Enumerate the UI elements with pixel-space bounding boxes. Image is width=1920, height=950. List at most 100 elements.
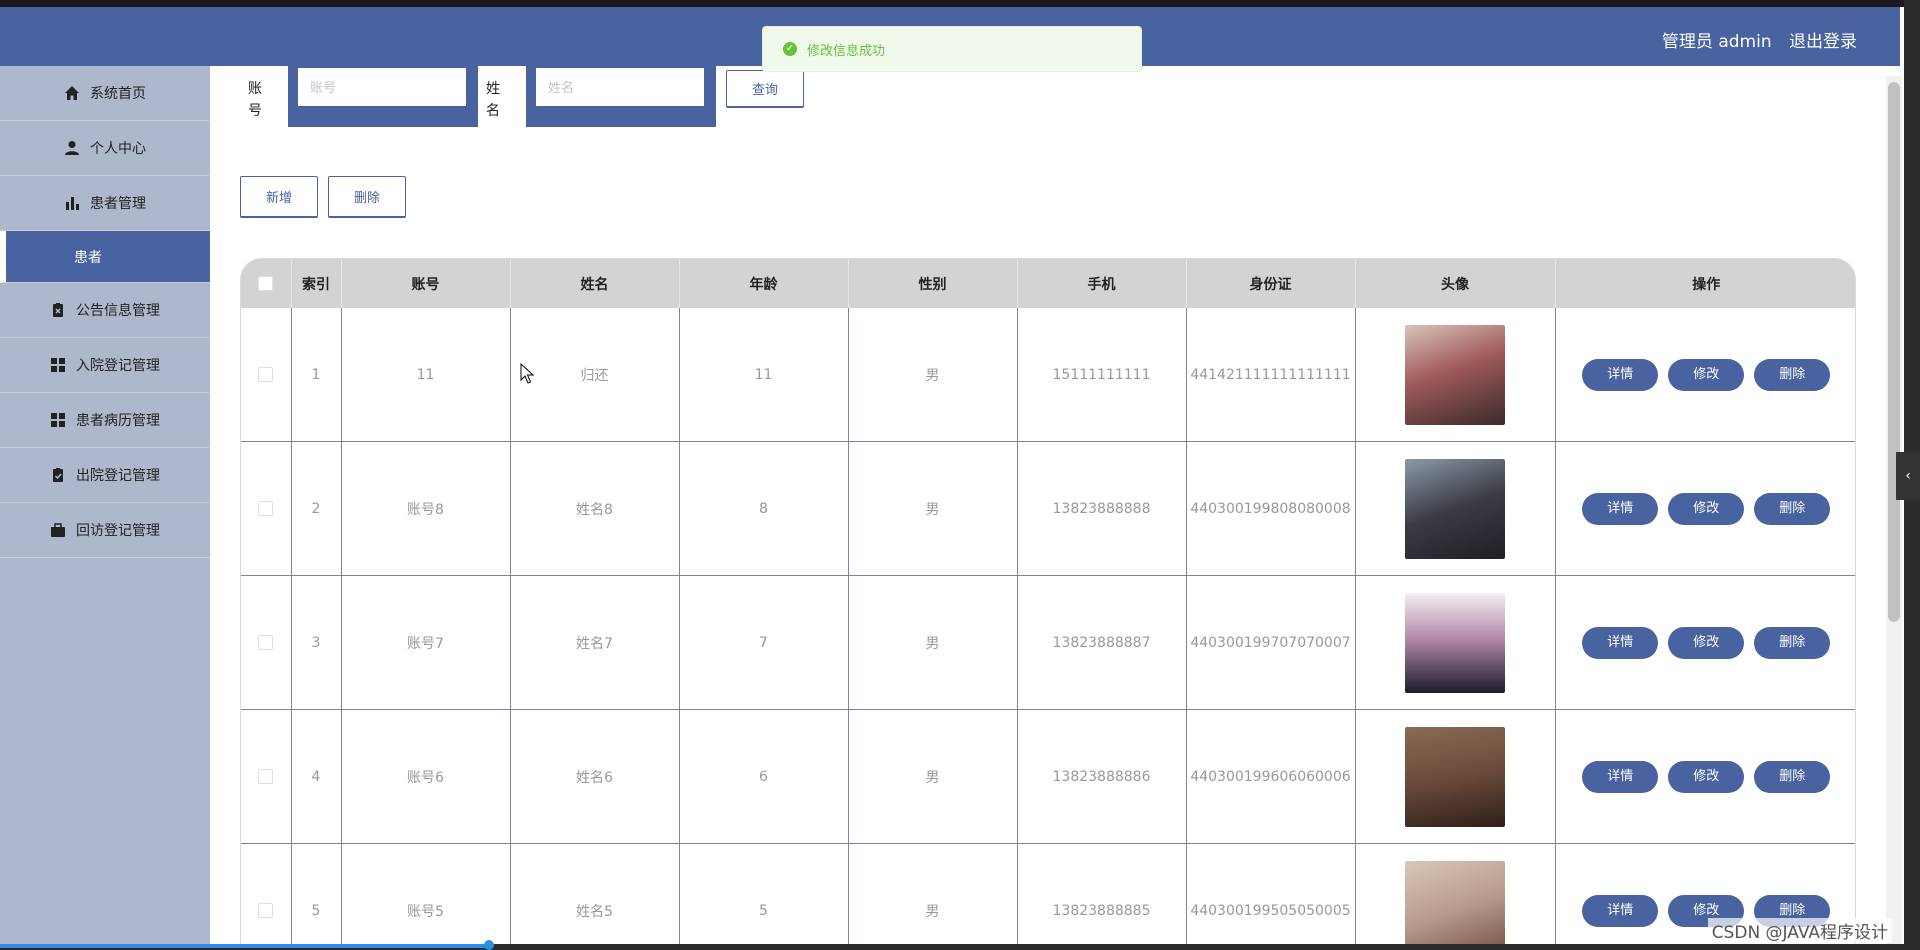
sidebar-subitem-patient[interactable]: 患者: [0, 231, 210, 283]
row-delete-button[interactable]: 删除: [1754, 760, 1831, 793]
detail-button[interactable]: 详情: [1582, 358, 1659, 391]
sidebar-item-patient-management[interactable]: 患者管理: [0, 176, 210, 231]
cell-index: 4: [291, 709, 342, 844]
row-checkbox[interactable]: [258, 635, 274, 650]
sidebar-item-label: 系统首页: [90, 86, 146, 102]
column-header: 身份证: [1186, 259, 1356, 308]
sidebar-item-follow-up[interactable]: 回访登记管理: [0, 503, 210, 558]
check-circle-icon: ✓: [783, 42, 797, 56]
cell-gender: 男: [848, 575, 1018, 710]
cell-phone: 13823888885: [1017, 843, 1187, 950]
table-row: 2 账号8 姓名8 8 男 13823888888 44030019980808…: [241, 441, 1855, 576]
detail-button[interactable]: 详情: [1582, 492, 1659, 525]
sidebar-item-home[interactable]: 系统首页: [0, 66, 210, 121]
watermark: CSDN @JAVA程序设计: [1707, 918, 1892, 943]
cell-age: 5: [679, 843, 849, 950]
sidebar-item-label: 公告信息管理: [76, 303, 160, 319]
cell-index: 3: [291, 575, 342, 710]
sidebar-item-notice[interactable]: 公告信息管理: [0, 283, 210, 338]
cell-actions: 详情 修改 删除: [1555, 575, 1855, 710]
avatar-image: [1405, 726, 1505, 827]
column-header: 头像: [1355, 259, 1556, 308]
query-button[interactable]: 查询: [726, 70, 804, 108]
avatar-image: [1405, 860, 1505, 950]
logout-link[interactable]: 退出登录: [1789, 32, 1857, 52]
scrollbar-thumb[interactable]: [1888, 82, 1900, 622]
cell-name: 姓名6: [510, 709, 680, 844]
row-delete-button[interactable]: 删除: [1754, 358, 1831, 391]
cell-avatar: [1355, 441, 1556, 576]
row-select-cell: [241, 308, 292, 442]
cell-account: 账号8: [341, 441, 511, 576]
row-checkbox[interactable]: [258, 501, 274, 516]
row-select-cell: [241, 843, 292, 950]
cell-name: 姓名8: [510, 441, 680, 576]
sidebar: 系统首页 个人中心 患者管理 患者 公告信息管理 入院登记管理 患者病历管理 出…: [0, 66, 210, 950]
sidebar-item-label: 患者管理: [90, 196, 146, 212]
account-search-input[interactable]: [298, 68, 466, 106]
column-header: 年龄: [679, 259, 849, 308]
select-all-checkbox[interactable]: [258, 276, 274, 291]
cell-account: 11: [341, 308, 511, 442]
progress-bar: [0, 944, 490, 948]
sidebar-item-discharge[interactable]: 出院登记管理: [0, 448, 210, 503]
cell-name: 姓名5: [510, 843, 680, 950]
cell-age: 11: [679, 308, 849, 442]
edit-button[interactable]: 修改: [1668, 492, 1745, 525]
add-button[interactable]: 新增: [240, 176, 318, 218]
row-delete-button[interactable]: 删除: [1754, 492, 1831, 525]
panel-toggle-chevron-left-icon[interactable]: ‹: [1896, 452, 1920, 500]
mouse-pointer-icon: [520, 363, 535, 384]
clipboard-icon: [53, 303, 63, 317]
edit-button[interactable]: 修改: [1668, 760, 1745, 793]
header-user-area: 管理员 admin 退出登录: [1650, 27, 1857, 52]
column-header: 姓名: [510, 259, 680, 308]
detail-button[interactable]: 详情: [1582, 626, 1659, 659]
row-checkbox[interactable]: [258, 367, 274, 382]
row-select-cell: [241, 441, 292, 576]
cell-account: 账号7: [341, 575, 511, 710]
sidebar-item-label: 个人中心: [90, 141, 146, 157]
sidebar-item-label: 患者病历管理: [76, 413, 160, 429]
row-checkbox[interactable]: [258, 769, 274, 784]
bulk-delete-button[interactable]: 删除: [328, 176, 406, 218]
cell-actions: 详情 修改 删除: [1555, 308, 1855, 442]
detail-button[interactable]: 详情: [1582, 894, 1659, 927]
bar-chart-icon: [66, 197, 79, 210]
column-header: 操作: [1555, 259, 1855, 308]
row-checkbox[interactable]: [258, 903, 274, 918]
account-label: 账号: [242, 78, 268, 124]
table-row: 3 账号7 姓名7 7 男 13823888887 44030019970707…: [241, 575, 1855, 710]
sidebar-item-medical-record[interactable]: 患者病历管理: [0, 393, 210, 448]
cell-id-card: 440300199808080008: [1186, 441, 1356, 576]
home-icon: [65, 86, 79, 100]
cell-age: 8: [679, 441, 849, 576]
progress-knob[interactable]: [484, 940, 494, 950]
edit-button[interactable]: 修改: [1668, 358, 1745, 391]
row-select-cell: [241, 575, 292, 710]
sidebar-item-label: 出院登记管理: [76, 468, 160, 484]
name-search-input[interactable]: [536, 68, 704, 106]
column-header: 手机: [1017, 259, 1187, 308]
avatar-image: [1405, 324, 1505, 425]
cell-index: 1: [291, 308, 342, 442]
sidebar-item-label: 入院登记管理: [76, 358, 160, 374]
cell-avatar: [1355, 709, 1556, 844]
select-all-header: [241, 259, 292, 308]
detail-button[interactable]: 详情: [1582, 760, 1659, 793]
toast-message: 修改信息成功: [807, 43, 886, 59]
table-row: 5 账号5 姓名5 5 男 13823888885 44030019950505…: [241, 843, 1855, 950]
cell-gender: 男: [848, 308, 1018, 442]
table-header-row: 索引 账号 姓名 年龄 性别 手机 身份证 头像 操作: [241, 259, 1855, 308]
edit-button[interactable]: 修改: [1668, 626, 1745, 659]
patient-table: 索引 账号 姓名 年龄 性别 手机 身份证 头像 操作 1 11 归还 11 男…: [240, 258, 1856, 950]
table-row: 1 11 归还 11 男 15111111111 441421111111111…: [241, 308, 1855, 442]
cell-phone: 13823888888: [1017, 441, 1187, 576]
grid-icon: [51, 413, 65, 427]
table-row: 4 账号6 姓名6 6 男 13823888886 44030019960606…: [241, 709, 1855, 844]
row-delete-button[interactable]: 删除: [1754, 626, 1831, 659]
cell-actions: 详情 修改 删除: [1555, 709, 1855, 844]
sidebar-item-profile[interactable]: 个人中心: [0, 121, 210, 176]
cell-name: 姓名7: [510, 575, 680, 710]
sidebar-item-admission[interactable]: 入院登记管理: [0, 338, 210, 393]
